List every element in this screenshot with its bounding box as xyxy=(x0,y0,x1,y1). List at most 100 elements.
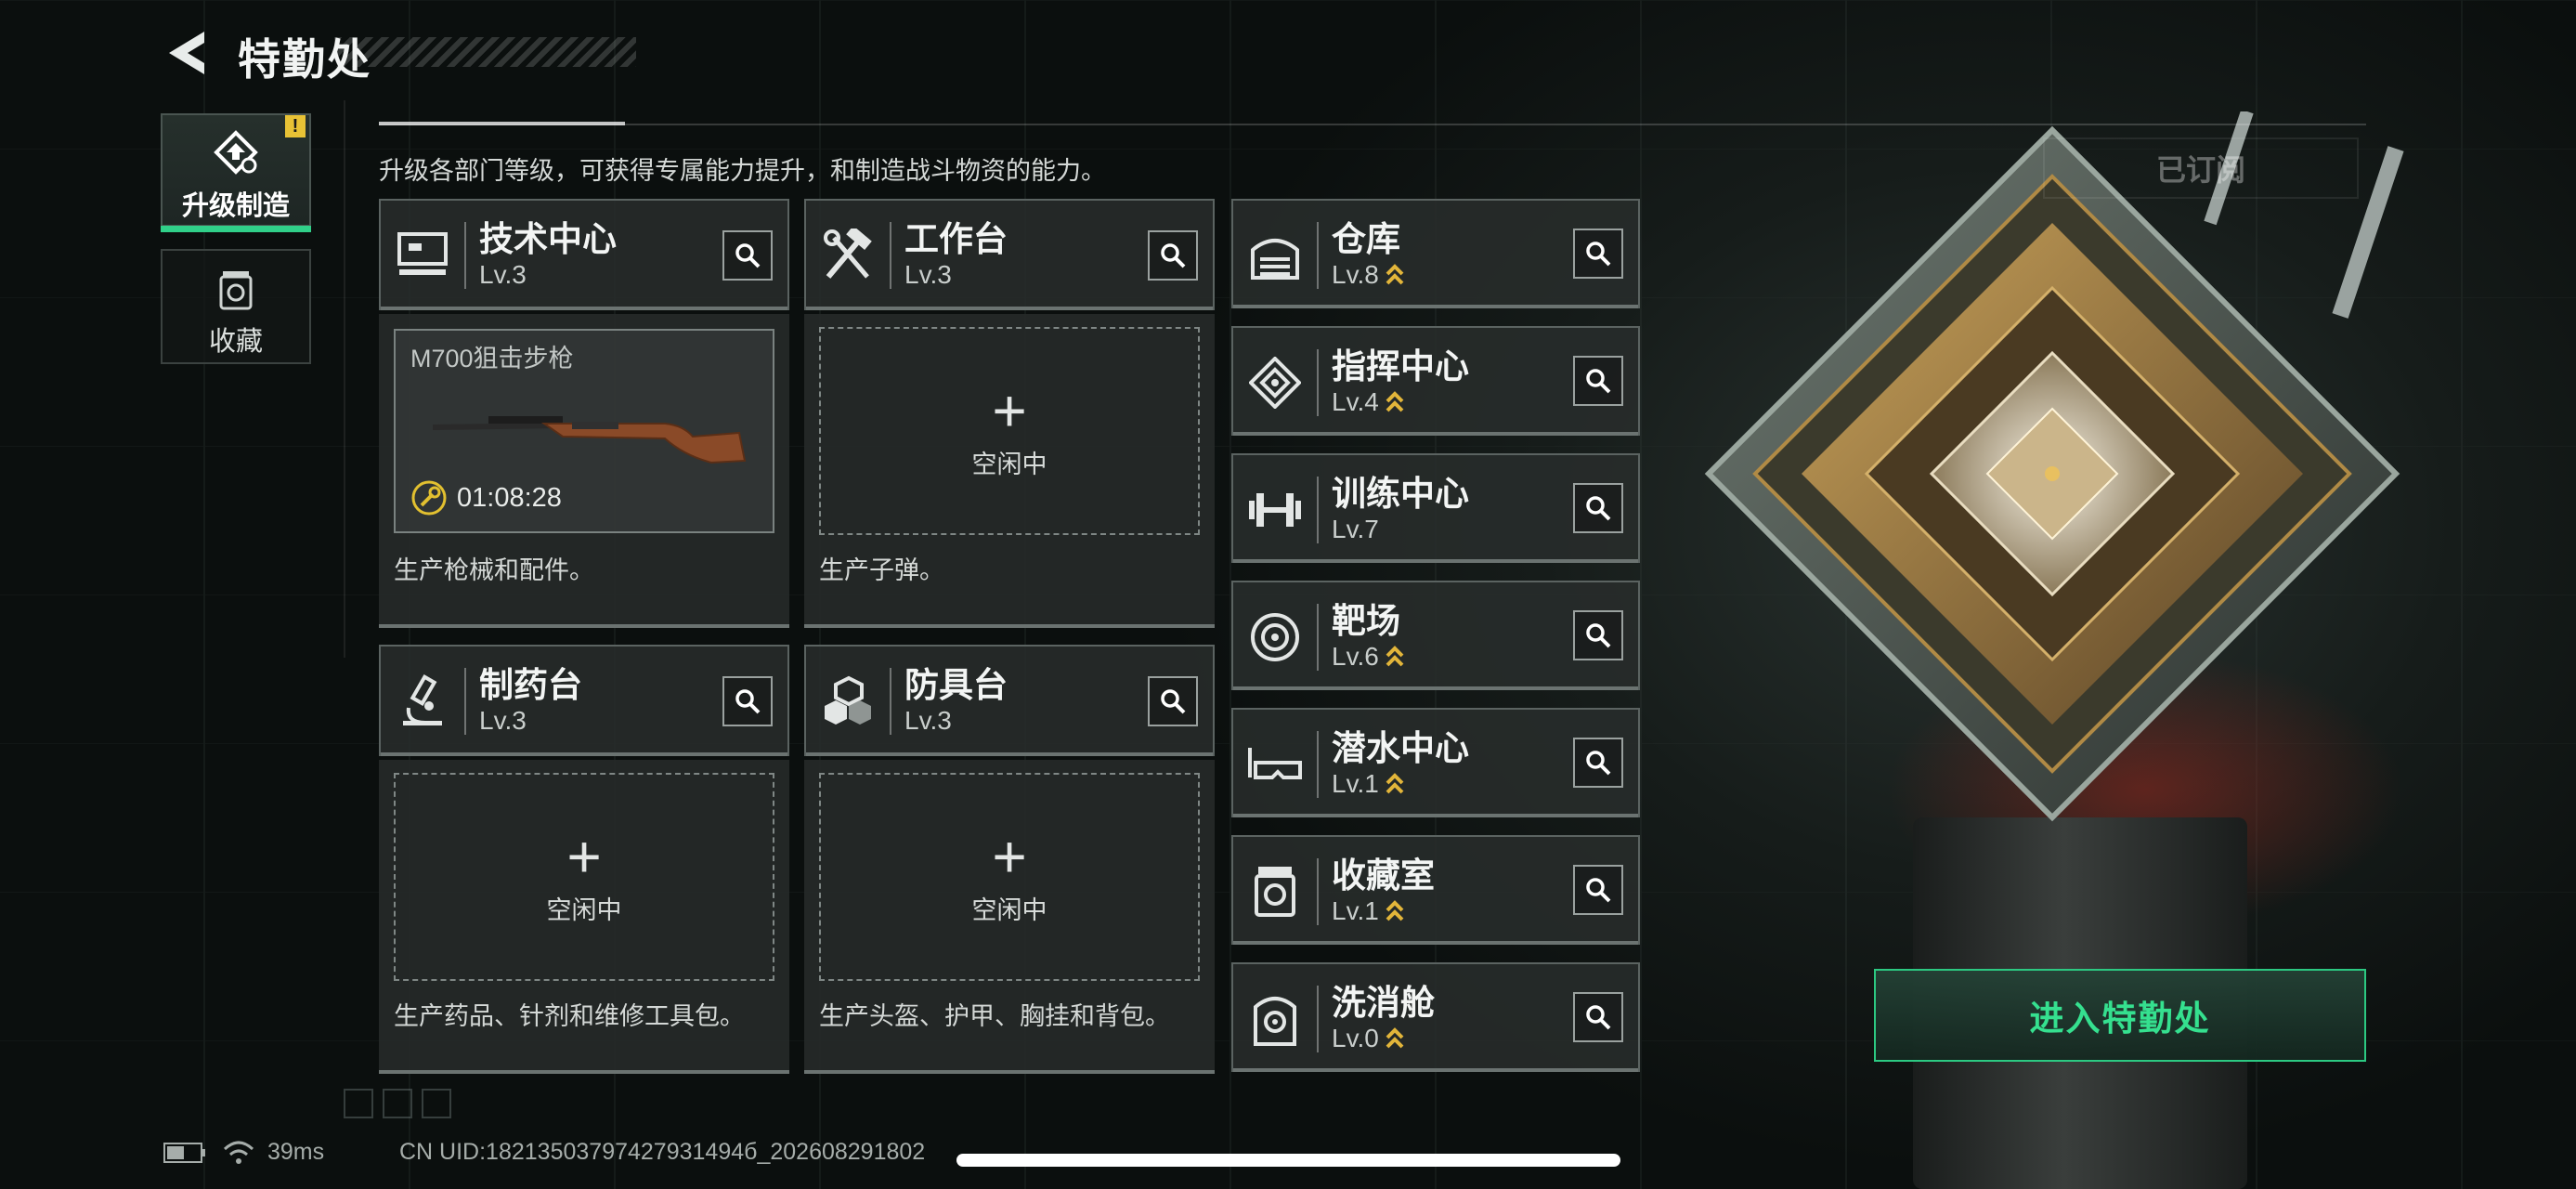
collection-room-icon xyxy=(1233,837,1317,947)
sidenav-item-collection[interactable]: 收藏 xyxy=(161,249,311,364)
workshop-name: 制药台 xyxy=(479,665,582,704)
upgrade-available-icon xyxy=(1386,391,1404,412)
alert-badge: ! xyxy=(285,115,306,137)
facility-level: Lv.8 xyxy=(1332,260,1379,290)
microscope-icon xyxy=(381,647,464,756)
inspect-button[interactable] xyxy=(1573,992,1623,1042)
sidenav-item-upgrade-craft[interactable]: ! 升级制造 xyxy=(161,113,311,232)
workshop-card-pharmacy[interactable]: 制药台 Lv.3 xyxy=(379,645,789,756)
facility-level: Lv.1 xyxy=(1332,896,1379,926)
inspect-button[interactable] xyxy=(1148,676,1198,726)
facility-name: 仓库 xyxy=(1332,219,1400,258)
search-icon xyxy=(1586,751,1611,776)
upgrade-available-icon xyxy=(1386,773,1404,794)
workshop-name: 防具台 xyxy=(904,665,1008,704)
header-separator xyxy=(1317,731,1319,798)
inspect-button[interactable] xyxy=(1573,229,1623,279)
header-separator xyxy=(1317,858,1319,925)
workshop-description: 生产枪械和配件。 xyxy=(394,556,594,584)
facility-level: Lv.0 xyxy=(1332,1024,1379,1053)
upgrade-craft-icon xyxy=(214,130,258,175)
add-icon: + xyxy=(566,822,602,890)
upgrade-available-icon xyxy=(1386,264,1404,285)
user-uid: CN UID:18213503797427931494б_20260829180… xyxy=(399,1139,926,1165)
search-icon xyxy=(1586,369,1611,394)
idle-craft-slot[interactable]: + 空闲中 xyxy=(819,773,1200,981)
nav-divider xyxy=(344,100,345,658)
idle-label: 空闲中 xyxy=(546,895,622,924)
facility-card-collection-room[interactable]: 收藏室 Lv.1 xyxy=(1231,835,1640,945)
search-icon xyxy=(1161,243,1186,268)
decon-pod-icon xyxy=(1233,964,1317,1074)
diving-mask-icon xyxy=(1233,710,1317,819)
inspect-button[interactable] xyxy=(722,230,773,281)
facility-card-warehouse[interactable]: 仓库 Lv.8 xyxy=(1231,199,1640,308)
inspect-button[interactable] xyxy=(1573,356,1623,406)
search-icon xyxy=(1586,878,1611,903)
tools-icon xyxy=(806,201,890,310)
workshop-description: 生产子弹。 xyxy=(819,556,944,584)
idle-craft-slot[interactable]: + 空闲中 xyxy=(394,773,774,981)
special-ops-cube-artwork xyxy=(1704,111,2404,822)
crafting-slot[interactable]: M700狙击步枪 01:08:28 xyxy=(394,329,774,533)
facility-card-decon-pod[interactable]: 洗消舱 Lv.0 xyxy=(1231,962,1640,1072)
facility-name: 靶场 xyxy=(1332,601,1400,640)
battery-icon xyxy=(163,1142,205,1163)
header-rule xyxy=(379,124,2366,125)
enter-special-ops-button[interactable]: 进入特勤处 xyxy=(1874,969,2366,1062)
header-stripes xyxy=(334,37,636,67)
warehouse-icon xyxy=(1233,201,1317,310)
collection-jar-icon xyxy=(219,271,253,310)
header-separator xyxy=(890,222,891,289)
facility-level: Lv.1 xyxy=(1332,769,1379,799)
inspect-button[interactable] xyxy=(722,676,773,726)
crafting-timer: 01:08:28 xyxy=(410,479,562,516)
workshop-panel-pharmacy: + 空闲中 生产药品、针剂和维修工具包。 xyxy=(379,760,789,1074)
workshop-card-workbench[interactable]: 工作台 Lv.3 xyxy=(804,199,1215,310)
search-icon xyxy=(735,689,761,714)
crafting-item-name: M700狙击步枪 xyxy=(410,345,574,372)
page-description: 升级各部门等级，可获得专属能力提升，和制造战斗物资的能力。 xyxy=(379,157,1106,185)
inspect-button[interactable] xyxy=(1573,610,1623,660)
workshop-card-tech-center[interactable]: 技术中心 Lv.3 xyxy=(379,199,789,310)
wifi-icon xyxy=(223,1141,254,1164)
sidenav-label-collection: 收藏 xyxy=(208,327,263,357)
workshop-description: 生产头盔、护甲、胸挂和背包。 xyxy=(819,1002,1170,1030)
add-icon: + xyxy=(992,822,1027,890)
inspect-button[interactable] xyxy=(1573,483,1623,533)
subscribed-label: 已订阅 xyxy=(2043,137,2359,199)
facility-level: Lv.6 xyxy=(1332,642,1379,672)
facility-name: 洗消舱 xyxy=(1332,983,1435,1022)
status-bar: 39ms xyxy=(163,1139,324,1166)
workshop-card-armor-bench[interactable]: 防具台 Lv.3 xyxy=(804,645,1215,756)
header-separator xyxy=(1317,604,1319,671)
sidenav-label-upgrade-craft: 升级制造 xyxy=(181,191,290,221)
search-icon xyxy=(735,243,761,268)
facility-name: 收藏室 xyxy=(1332,856,1435,895)
upgrade-available-icon xyxy=(1386,900,1404,921)
facility-name: 潜水中心 xyxy=(1332,728,1469,767)
armor-blocks-icon xyxy=(806,647,890,756)
idle-craft-slot[interactable]: + 空闲中 xyxy=(819,327,1200,535)
ping-text: 39ms xyxy=(267,1139,325,1165)
inspect-button[interactable] xyxy=(1573,865,1623,915)
facility-card-shooting-range[interactable]: 靶场 Lv.6 xyxy=(1231,581,1640,690)
workshop-name: 工作台 xyxy=(904,219,1008,258)
workshop-level: Lv.3 xyxy=(479,260,527,290)
inspect-button[interactable] xyxy=(1148,230,1198,281)
search-icon xyxy=(1586,242,1611,267)
workshop-name: 技术中心 xyxy=(479,219,617,258)
workshop-panel-workbench: + 空闲中 生产子弹。 xyxy=(804,314,1215,628)
facility-card-training-center[interactable]: 训练中心 Lv.7 xyxy=(1231,453,1640,563)
facility-card-diving-center[interactable]: 潜水中心 Lv.1 xyxy=(1231,708,1640,817)
header-separator xyxy=(1317,222,1319,289)
back-arrow-icon[interactable] xyxy=(163,28,210,78)
workshop-panel-armor-bench: + 空闲中 生产头盔、护甲、胸挂和背包。 xyxy=(804,760,1215,1074)
header-separator xyxy=(1317,986,1319,1052)
inspect-button[interactable] xyxy=(1573,738,1623,788)
wrench-timer-icon xyxy=(411,480,447,516)
idle-label: 空闲中 xyxy=(971,450,1047,478)
facility-card-command-center[interactable]: 指挥中心 Lv.4 xyxy=(1231,326,1640,436)
home-indicator[interactable] xyxy=(956,1154,1620,1167)
search-icon xyxy=(1586,1005,1611,1030)
